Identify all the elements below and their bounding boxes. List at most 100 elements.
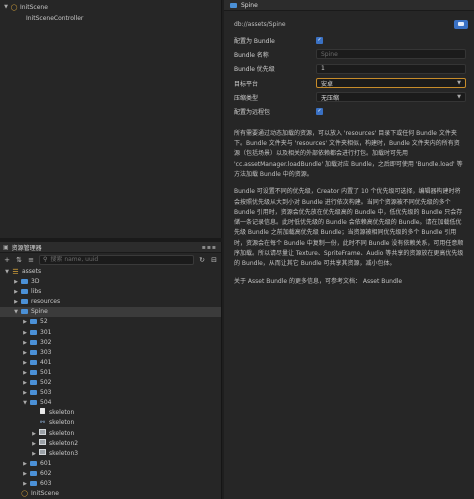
folder-icon xyxy=(20,307,29,317)
asset-tree-row[interactable]: ▶ 503 xyxy=(0,388,221,398)
asset-tree-row[interactable]: ▶ resources xyxy=(0,297,221,307)
prop-label: 压缩类型 xyxy=(234,94,259,102)
prop-label: 配置为远程包 xyxy=(234,109,271,117)
asset-tree-row[interactable]: ▶ 301 xyxy=(0,328,221,338)
asset-tree-row[interactable]: ▶ skeleton2 xyxy=(0,438,221,449)
chevron-right-icon[interactable]: ▶ xyxy=(21,459,29,469)
chevron-right-icon[interactable]: ▶ xyxy=(21,378,29,388)
asset-tree-row[interactable]: ▶ 501 xyxy=(0,368,221,378)
prop-is-bundle: 配置为 Bundle ✓ xyxy=(224,33,474,47)
folder-icon xyxy=(29,348,38,358)
asset-tree-label: 302 xyxy=(40,338,52,346)
asset-tree-label: 301 xyxy=(40,328,52,336)
asset-tree-label: 602 xyxy=(40,469,52,477)
asset-tree-row[interactable]: ▶ 303 xyxy=(0,348,221,358)
asset-tree-row[interactable]: ▶ 401 xyxy=(0,358,221,368)
bundle-description: 所有需要通过动态加载的资源，可以放入 'resources' 目录下或任何 Bu… xyxy=(234,129,463,178)
filter-icon[interactable]: ≡ xyxy=(27,256,35,264)
folder-icon xyxy=(29,378,38,388)
asset-tree-row[interactable]: ▶ 52 xyxy=(0,317,221,327)
compression-select[interactable]: 无压缩 ▼ xyxy=(316,92,466,103)
search-input[interactable] xyxy=(50,256,171,263)
hierarchy-item-initscene[interactable]: ▼ ◯ InitScene xyxy=(0,2,221,13)
assets-panel-title: 资源管理器 xyxy=(11,244,42,252)
assets-panel: ▣ 资源管理器 ▪▪▪ + ⇅ ≡ ⚲ ↻ ⊟ ▼☰assets▶3D▶libs… xyxy=(0,242,222,499)
asset-tree-row[interactable]: ⚯ skeleton xyxy=(0,418,221,428)
chevron-right-icon[interactable]: ▶ xyxy=(21,469,29,479)
asset-tree-row[interactable]: ▶ skeleton3 xyxy=(0,448,221,459)
chevron-right-icon[interactable]: ▶ xyxy=(30,429,38,439)
chevron-right-icon[interactable]: ▶ xyxy=(12,277,20,287)
asset-tree-row[interactable]: ▶ 603 xyxy=(0,479,221,489)
chevron-right-icon[interactable]: ▶ xyxy=(21,368,29,378)
chevron-down-icon[interactable]: ▼ xyxy=(12,307,20,317)
image-icon xyxy=(38,438,47,449)
chevron-right-icon[interactable]: ▶ xyxy=(21,328,29,338)
prop-remote: 配置为远程包 ✓ xyxy=(224,104,474,118)
asset-tree-row[interactable]: ▶ skeleton xyxy=(0,428,221,439)
asset-tree-row[interactable]: ▼ 504 xyxy=(0,398,221,408)
panel-menu-icon[interactable]: ▪▪▪ xyxy=(202,244,217,251)
search-box[interactable]: ⚲ xyxy=(39,254,194,265)
inspector-panel: Spine db://assets/Spine 配置为 Bundle ✓ Bun… xyxy=(224,0,474,499)
folder-icon xyxy=(458,22,464,26)
asset-tree-row[interactable]: ▶ 302 xyxy=(0,338,221,348)
priority-input[interactable] xyxy=(316,63,466,74)
asset-tree-row[interactable]: ▶ 601 xyxy=(0,459,221,469)
asset-tree-row[interactable]: ▼ Spine xyxy=(0,307,221,318)
select-value: 安卓 xyxy=(321,80,334,88)
asset-tree: ▼ ☰ assets ▶ 3D ▶ libs ▶ resources ▼ Spine ▶ 52 ▶ 301 ▶… xyxy=(0,266,221,499)
hierarchy-item-initscenecontroller[interactable]: InitSceneController xyxy=(0,13,221,24)
chevron-right-icon[interactable]: ▶ xyxy=(12,287,20,297)
asset-tree-row[interactable]: ▶ 602 xyxy=(0,469,221,479)
chevron-right-icon[interactable]: ▶ xyxy=(21,317,29,327)
folder-icon: ▣ xyxy=(3,243,9,251)
asset-tree-label: InitScene xyxy=(31,490,59,498)
asset-tree-label: 601 xyxy=(40,459,52,467)
collapse-icon[interactable]: ⊟ xyxy=(210,256,218,264)
chevron-down-icon: ▼ xyxy=(457,80,461,87)
checkmark-icon: ✓ xyxy=(317,108,322,115)
chevron-right-icon[interactable]: ▶ xyxy=(30,449,38,459)
add-icon[interactable]: + xyxy=(3,256,11,264)
asset-tree-label: 501 xyxy=(40,368,52,376)
search-icon: ⚲ xyxy=(43,256,48,263)
checkmark-icon: ✓ xyxy=(317,36,322,43)
prop-label: 配置为 Bundle xyxy=(234,37,275,45)
chevron-down-icon[interactable]: ▼ xyxy=(3,267,11,277)
asset-tree-row[interactable]: ◯ InitScene xyxy=(0,489,221,499)
asset-tree-label: skeleton2 xyxy=(49,439,79,447)
asset-tree-label: 52 xyxy=(40,318,48,326)
bundle-name-input[interactable] xyxy=(316,49,466,60)
asset-tree-row[interactable]: ▼ ☰ assets xyxy=(0,267,221,277)
chevron-right-icon[interactable]: ▶ xyxy=(12,297,20,307)
chevron-right-icon[interactable]: ▶ xyxy=(21,358,29,368)
prop-label: Bundle 名称 xyxy=(234,51,269,59)
sort-icon[interactable]: ⇅ xyxy=(15,256,23,264)
folder-icon xyxy=(20,287,29,297)
folder-icon xyxy=(29,338,38,348)
chevron-down-icon[interactable]: ▼ xyxy=(2,2,10,13)
chevron-down-icon: ▼ xyxy=(457,94,461,101)
asset-tree-label: skeleton xyxy=(49,409,75,417)
chevron-down-icon[interactable]: ▼ xyxy=(21,398,29,408)
target-platform-select[interactable]: 安卓 ▼ xyxy=(316,78,466,89)
chevron-right-icon[interactable]: ▶ xyxy=(30,439,38,449)
asset-tree-row[interactable]: ▶ 3D xyxy=(0,277,221,287)
remote-checkbox[interactable]: ✓ xyxy=(316,108,323,116)
asset-tree-label: assets xyxy=(22,268,42,275)
hierarchy-item-label: InitScene xyxy=(20,4,48,11)
chevron-right-icon[interactable]: ▶ xyxy=(21,348,29,358)
is-bundle-checkbox[interactable]: ✓ xyxy=(316,36,323,44)
chevron-right-icon[interactable]: ▶ xyxy=(21,338,29,348)
asset-tree-row[interactable]: ▶ libs xyxy=(0,287,221,297)
open-folder-button[interactable] xyxy=(454,19,468,29)
refresh-icon[interactable]: ↻ xyxy=(198,256,206,264)
folder-icon xyxy=(29,459,38,469)
chevron-right-icon[interactable]: ▶ xyxy=(21,388,29,398)
chevron-right-icon[interactable]: ▶ xyxy=(21,479,29,489)
asset-tree-label: 502 xyxy=(40,379,52,387)
asset-tree-row[interactable]: skeleton xyxy=(0,408,221,418)
prop-label: 目标平台 xyxy=(234,80,259,88)
asset-tree-row[interactable]: ▶ 502 xyxy=(0,378,221,388)
